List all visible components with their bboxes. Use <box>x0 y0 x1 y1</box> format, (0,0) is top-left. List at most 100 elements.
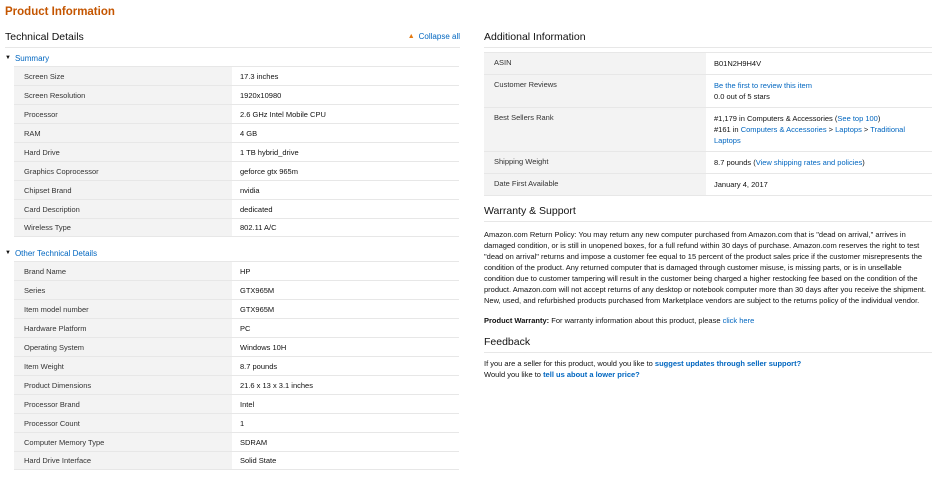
table-row: Computer Memory Type SDRAM <box>14 432 459 451</box>
technical-details-header: Technical Details ▲ Collapse all <box>5 26 460 48</box>
table-row: Card Description dedicated <box>14 199 459 218</box>
spec-value: Windows 10H <box>240 342 287 352</box>
breadcrumb-separator: > <box>826 125 836 134</box>
computers-accessories-link[interactable]: Computers & Accessories <box>741 125 827 134</box>
rank1-suffix: ) <box>877 114 881 123</box>
feedback-line2-text: Would you like to <box>484 370 544 379</box>
spec-value: GTX965M <box>240 304 275 314</box>
shipping-weight-value: 8.7 pounds (View shipping rates and poli… <box>706 152 932 173</box>
asin-label: ASIN <box>484 53 706 74</box>
see-top-100-link[interactable]: See top 100 <box>837 114 877 123</box>
spec-label: Graphics Coprocessor <box>14 162 232 180</box>
suggest-updates-link[interactable]: suggest updates through seller support? <box>655 359 801 368</box>
spec-label: Brand Name <box>14 262 232 280</box>
table-row: Chipset Brand nvidia <box>14 180 459 199</box>
collapse-all-label: Collapse all <box>418 32 460 41</box>
other-technical-details-label: Other Technical Details <box>14 248 98 258</box>
table-row: Item Weight 8.7 pounds <box>14 356 459 375</box>
right-column: Additional Information ASIN B01N2H9H4V C… <box>484 26 932 380</box>
spec-label: Operating System <box>14 338 232 356</box>
expand-triangle-icon: ▼ <box>5 250 11 256</box>
spec-value: 8.7 pounds <box>240 361 278 371</box>
spec-value: PC <box>240 323 251 333</box>
spec-value: 21.6 x 13 x 3.1 inches <box>240 380 313 390</box>
customer-reviews-value: Be the first to review this item 0.0 out… <box>706 75 932 107</box>
spec-value: 1 TB hybrid_drive <box>240 147 299 157</box>
spec-label: Hardware Platform <box>14 319 232 337</box>
table-row: RAM 4 GB <box>14 123 459 142</box>
summary-label: Summary <box>14 53 50 63</box>
table-row: ASIN B01N2H9H4V <box>484 52 932 74</box>
spec-label: Screen Size <box>14 67 232 85</box>
technical-details-section: Technical Details ▲ Collapse all ▼ Summa… <box>5 26 460 470</box>
additional-information-table: ASIN B01N2H9H4V Customer Reviews Be the … <box>484 52 932 196</box>
feedback-text: If you are a seller for this product, wo… <box>484 358 932 380</box>
spec-label: Wireless Type <box>14 219 232 236</box>
table-row: Screen Size 17.3 inches <box>14 66 459 85</box>
table-row: Hard Drive Interface Solid State <box>14 451 459 470</box>
other-details-table: Brand Name HP Series GTX965M Item model numb… <box>14 261 459 470</box>
lower-price-link[interactable]: tell us about a lower price? <box>543 370 640 379</box>
technical-details-heading: Technical Details <box>5 30 84 43</box>
collapse-all-link[interactable]: ▲ Collapse all <box>408 32 460 41</box>
warranty-click-here-link[interactable]: click here <box>723 316 755 325</box>
best-sellers-rank-value: #1,179 in Computers & Accessories (See t… <box>706 108 932 151</box>
spec-value: HP <box>240 266 251 276</box>
summary-table: Screen Size 17.3 inches Screen Resolution 1… <box>14 66 459 237</box>
spec-value: 802.11 A/C <box>240 223 277 232</box>
summary-toggle[interactable]: ▼ Summary <box>5 50 460 66</box>
shipping-rates-link[interactable]: View shipping rates and policies <box>756 158 863 167</box>
table-row: Processor Count 1 <box>14 413 459 432</box>
feedback-line1-text: If you are a seller for this product, wo… <box>484 359 655 368</box>
customer-reviews-label: Customer Reviews <box>484 75 706 107</box>
laptops-link[interactable]: Laptops <box>835 125 862 134</box>
return-policy-text: Amazon.com Return Policy: You may return… <box>484 230 926 305</box>
spec-label: Computer Memory Type <box>14 433 232 451</box>
shipping-weight-label: Shipping Weight <box>484 152 706 173</box>
rank1-text: #1,179 in Computers & Accessories ( <box>714 114 838 123</box>
table-row: Graphics Coprocessor geforce gtx 965m <box>14 161 459 180</box>
additional-information-heading: Additional Information <box>484 26 932 48</box>
date-first-available-label: Date First Available <box>484 174 706 195</box>
spec-value: 1 <box>240 418 245 428</box>
spec-label: Series <box>14 281 232 299</box>
spec-value: Solid State <box>240 456 277 465</box>
breadcrumb-separator: > <box>861 125 871 134</box>
table-row: Shipping Weight 8.7 pounds (View shippin… <box>484 151 932 173</box>
table-row: Screen Resolution 1920x10980 <box>14 85 459 104</box>
shipping-weight-text: 8.7 pounds ( <box>714 158 756 167</box>
table-row: Series GTX965M <box>14 280 459 299</box>
spec-label: Screen Resolution <box>14 86 232 104</box>
table-row: Brand Name HP <box>14 261 459 280</box>
table-row: Hardware Platform PC <box>14 318 459 337</box>
spec-label: Card Description <box>14 200 232 218</box>
asin-value: B01N2H9H4V <box>714 59 762 68</box>
table-row: Operating System Windows 10H <box>14 337 459 356</box>
spec-label: RAM <box>14 124 232 142</box>
other-technical-details-toggle[interactable]: ▼ Other Technical Details <box>5 245 460 261</box>
table-row: Processor Brand Intel <box>14 394 459 413</box>
spec-label: Item model number <box>14 300 232 318</box>
spec-label: Processor <box>14 105 232 123</box>
spec-label: Processor Brand <box>14 395 232 413</box>
spec-value: Intel <box>240 399 255 409</box>
table-row: Best Sellers Rank #1,179 in Computers & … <box>484 107 932 151</box>
review-link[interactable]: Be the first to review this item <box>714 81 812 90</box>
table-row: Processor 2.6 GHz Intel Mobile CPU <box>14 104 459 123</box>
table-row: Hard Drive 1 TB hybrid_drive <box>14 142 459 161</box>
table-row: Date First Available January 4, 2017 <box>484 173 932 196</box>
spec-value: nvidia <box>240 185 260 195</box>
warranty-support-heading: Warranty & Support <box>484 200 932 222</box>
spec-value: 2.6 GHz Intel Mobile CPU <box>240 109 326 119</box>
table-row: Product Dimensions 21.6 x 13 x 3.1 inches <box>14 375 459 394</box>
feedback-heading: Feedback <box>484 331 932 353</box>
table-row: Wireless Type 802.11 A/C <box>14 218 459 237</box>
rank2-text: #161 in <box>714 125 741 134</box>
table-row: Customer Reviews Be the first to review … <box>484 74 932 107</box>
spec-label: Hard Drive <box>14 143 232 161</box>
spec-label: Product Dimensions <box>14 376 232 394</box>
expand-triangle-icon: ▼ <box>5 55 11 61</box>
spec-label: Processor Count <box>14 414 232 432</box>
spec-label: Hard Drive Interface <box>14 452 232 469</box>
spec-value: 4 GB <box>240 128 258 138</box>
